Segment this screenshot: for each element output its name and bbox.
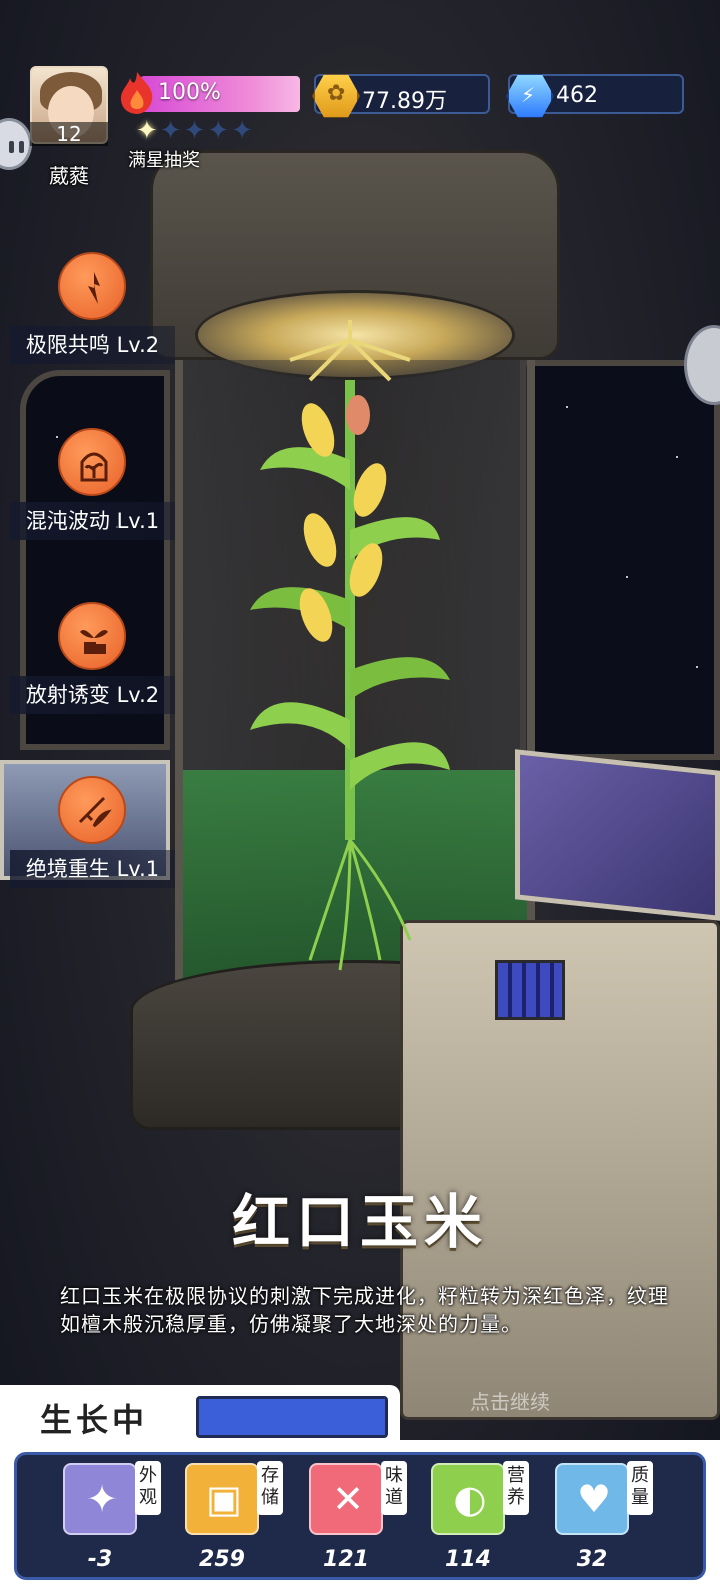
growth-progress-bar [196, 1396, 388, 1438]
growth-status-label: 生长中 [40, 1401, 149, 1439]
chaos-terrarium-icon [58, 428, 126, 496]
resonance-icon [58, 252, 126, 320]
star-icon: ✦ [183, 116, 206, 146]
skill-label: 绝境重生 Lv.1 [10, 850, 175, 888]
rebirth-icon [58, 776, 126, 844]
gem-value: 462 [556, 83, 598, 108]
stats-panel: ✦ 外观 -3 ▣ 存储 259 ✕ 味道 121 ◐ 营养 114 ♥ 质量 … [0, 1440, 720, 1593]
muscle-icon: ♥ [555, 1463, 629, 1535]
crop-description: 红口玉米在极限协议的刺激下完成进化，籽粒转为深红色泽，纹理如檀木般沉稳厚重，仿佛… [60, 1284, 669, 1336]
radiation-sprout-icon [58, 602, 126, 670]
star-lottery-label[interactable]: 满星抽奖 [128, 146, 200, 172]
skill-label: 极限共鸣 Lv.2 [10, 326, 175, 364]
box-icon: ▣ [185, 1463, 259, 1535]
stat-value: -3 [87, 1547, 113, 1572]
star-rating: ✦ ✦ ✦ ✦ ✦ [136, 116, 253, 146]
player-name: 葳蕤 [49, 164, 89, 188]
stat-tag: 存储 [257, 1461, 283, 1515]
gem-counter[interactable]: 462 [506, 74, 684, 118]
star-icon: ✦ [136, 116, 158, 146]
stats-container: ✦ 外观 -3 ▣ 存储 259 ✕ 味道 121 ◐ 营养 114 ♥ 质量 … [14, 1452, 706, 1580]
stat-storage[interactable]: ▣ 存储 259 [179, 1455, 289, 1583]
star-icon: ✦ [159, 116, 182, 146]
stat-value: 259 [199, 1547, 245, 1572]
coin-icon [312, 74, 360, 118]
stat-value: 32 [576, 1547, 608, 1572]
stat-value: 114 [445, 1547, 491, 1572]
corn-plant-illustration [250, 320, 450, 971]
lemon-icon: ◐ [431, 1463, 505, 1535]
player-level: 12 [30, 122, 108, 146]
stat-tag: 营养 [503, 1461, 529, 1515]
stat-appearance[interactable]: ✦ 外观 -3 [57, 1455, 167, 1583]
energy-percent: 100% [158, 80, 221, 105]
energy-meter[interactable]: 100% [118, 58, 300, 116]
stat-value: 121 [323, 1547, 369, 1572]
stat-taste[interactable]: ✕ 味道 121 [303, 1455, 413, 1583]
utensils-icon: ✕ [309, 1463, 383, 1535]
star-icon: ✦ [231, 116, 253, 146]
flame-icon [120, 72, 153, 114]
sparkle-icon: ✦ [63, 1463, 137, 1535]
growth-progress-fill [199, 1399, 385, 1435]
console-keypad [495, 960, 565, 1020]
console-monitor [515, 749, 720, 921]
stat-nutrition[interactable]: ◐ 营养 114 [425, 1455, 535, 1583]
coin-value: 77.89万 [362, 89, 447, 114]
coin-counter[interactable]: 77.89万 [312, 74, 490, 118]
stat-tag: 外观 [135, 1461, 161, 1515]
stat-tag: 质量 [627, 1461, 653, 1515]
skill-label: 放射诱变 Lv.2 [10, 676, 175, 714]
space-window-right [520, 360, 720, 760]
skill-label: 混沌波动 Lv.1 [10, 502, 175, 540]
gem-icon [506, 74, 554, 118]
star-icon: ✦ [207, 116, 230, 146]
tap-to-continue[interactable]: 点击继续 [470, 1386, 550, 1415]
stat-quality[interactable]: ♥ 质量 32 [549, 1455, 659, 1583]
crop-title: 红口玉米 [231, 1188, 488, 1256]
stat-tag: 味道 [381, 1461, 407, 1515]
